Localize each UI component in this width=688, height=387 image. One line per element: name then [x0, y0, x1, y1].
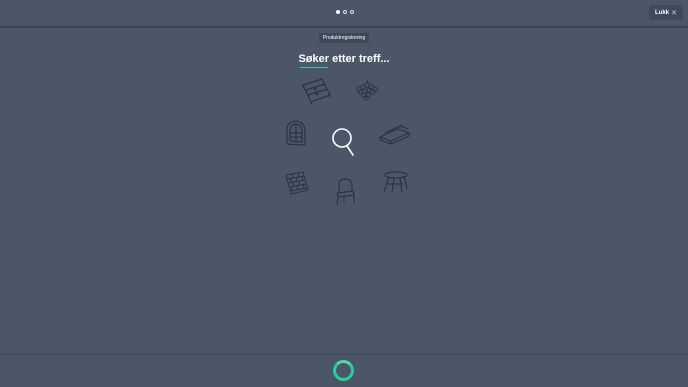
search-icon: [332, 128, 354, 156]
page-title: Søker etter treff...: [298, 53, 390, 65]
window-icon: [286, 120, 306, 146]
brick-wall-icon: [285, 171, 309, 195]
step-indicator: [336, 10, 354, 14]
step-dot-1: [336, 10, 340, 14]
dresser-icon: [302, 78, 331, 106]
top-bar: Lukk ✕: [0, 0, 688, 27]
step-dot-3: [350, 10, 354, 14]
close-icon: ✕: [671, 9, 677, 17]
chair-icon: [336, 178, 355, 206]
close-button[interactable]: Lukk ✕: [649, 5, 683, 20]
planks-icon: [379, 124, 410, 145]
step-dot-2: [343, 10, 347, 14]
stool-table-icon: [383, 171, 408, 194]
title-underline: [300, 67, 328, 68]
spinner-icon: [333, 360, 354, 381]
grapes-icon: [356, 78, 378, 101]
close-button-label: Lukk: [655, 9, 670, 16]
product-registration-tag: Produktregistrering: [319, 33, 369, 43]
